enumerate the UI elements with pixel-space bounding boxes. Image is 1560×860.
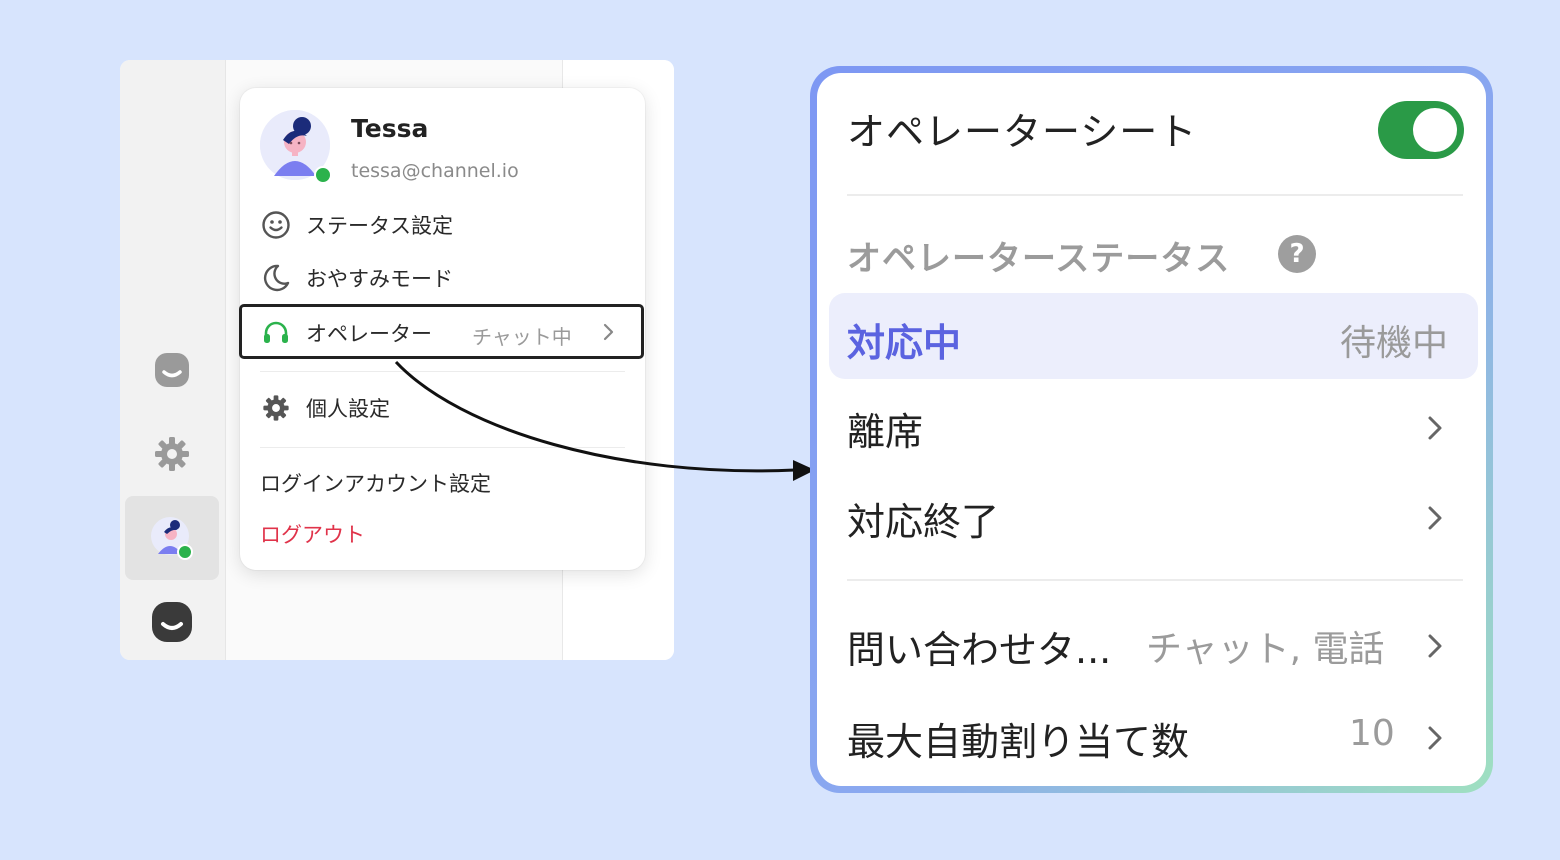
operator-sheet-title: オペレーターシート (847, 110, 1198, 154)
inquiry-type-value: チャット, 電話 (1146, 629, 1385, 670)
inquiry-type-row[interactable]: 問い合わせタ... (847, 619, 1111, 674)
status-option-done[interactable]: 対応終了 (847, 491, 999, 546)
section-divider (847, 579, 1463, 581)
help-icon[interactable]: ? (1278, 235, 1316, 273)
operator-sheet-panel: オペレーターシート オペレーターステータス ? 対応中 待機中 離席 対応終了 … (817, 73, 1486, 786)
operator-sheet-toggle[interactable] (1378, 101, 1464, 159)
chevron-right-icon (1425, 723, 1445, 753)
status-active-sub: 待機中 (1339, 323, 1448, 364)
chevron-right-icon (1425, 631, 1445, 661)
toggle-knob (1413, 108, 1457, 152)
operator-status-heading: オペレーターステータス (847, 239, 1231, 279)
chevron-right-icon (1425, 503, 1445, 533)
max-auto-assign-row[interactable]: 最大自動割り当て数 (847, 711, 1189, 766)
max-auto-assign-value: 10 (1349, 713, 1395, 754)
chevron-right-icon (1425, 413, 1445, 443)
status-active-label: 対応中 (847, 321, 962, 365)
status-option-active[interactable]: 対応中 待機中 (829, 293, 1478, 379)
status-option-away[interactable]: 離席 (847, 401, 923, 456)
section-divider (847, 194, 1463, 196)
